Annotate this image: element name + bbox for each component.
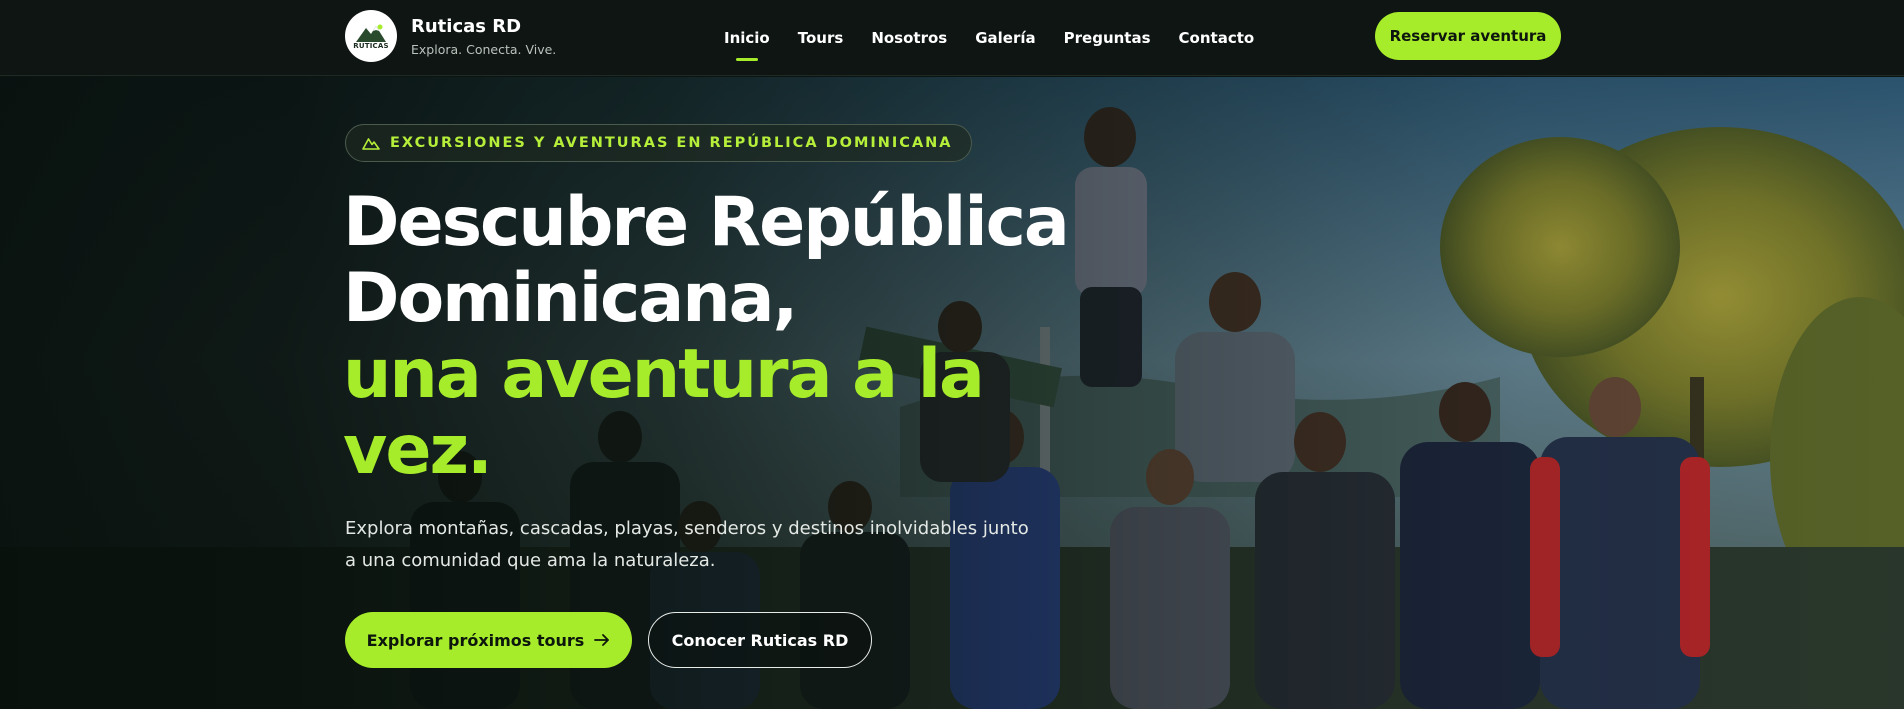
brand-tagline: Explora. Conecta. Vive. [411, 41, 557, 57]
explorar-tours-label: Explorar próximos tours [366, 630, 585, 650]
hero-headline: Descubre República Dominicana, una avent… [343, 183, 1070, 490]
hero-description: Explora montañas, cascadas, playas, send… [345, 518, 1029, 571]
nav-item-contacto[interactable]: Contacto [1179, 29, 1255, 47]
eyebrow-text: EXCURSIONES Y AVENTURAS EN REPÚBLICA DOM… [390, 135, 953, 151]
nav-item-galeria[interactable]: Galería [975, 29, 1035, 47]
brand-text: Ruticas RD Explora. Conecta. Vive. [411, 16, 556, 57]
brand-logo: RUTICAS [345, 10, 397, 62]
brand-name[interactable]: Ruticas RD [411, 16, 556, 38]
conocer-ruticas-button[interactable]: Conocer Ruticas RD [648, 612, 872, 668]
nav-item-nosotros[interactable]: Nosotros [871, 29, 947, 47]
brand[interactable]: RUTICAS Ruticas RD Explora. Conecta. Viv… [345, 10, 556, 62]
explorar-tours-button[interactable]: Explorar próximos tours [345, 612, 632, 668]
arrow-right-icon [594, 633, 610, 647]
nav-item-inicio[interactable]: Inicio [724, 29, 770, 47]
reservar-aventura-button[interactable]: Reservar aventura [1375, 12, 1561, 60]
headline-accent-line-1: una aventura a la [343, 335, 985, 414]
site-header: RUTICAS Ruticas RD Explora. Conecta. Viv… [0, 0, 1904, 76]
hero-section: EXCURSIONES Y AVENTURAS EN REPÚBLICA DOM… [0, 77, 1904, 709]
headline-accent-line-2: vez. [343, 411, 493, 490]
headline-line-1: Descubre República [343, 183, 1070, 262]
eyebrow-badge: EXCURSIONES Y AVENTURAS EN REPÚBLICA DOM… [345, 124, 972, 162]
logo-mountain-icon [356, 24, 386, 42]
nav-item-tours[interactable]: Tours [798, 29, 844, 47]
logo-wordmark: RUTICAS [353, 42, 389, 50]
mountain-icon [362, 136, 380, 150]
headline-line-2: Dominicana, [343, 259, 798, 338]
nav-item-preguntas[interactable]: Preguntas [1064, 29, 1151, 47]
main-nav: Inicio Tours Nosotros Galería Preguntas … [724, 0, 1282, 76]
